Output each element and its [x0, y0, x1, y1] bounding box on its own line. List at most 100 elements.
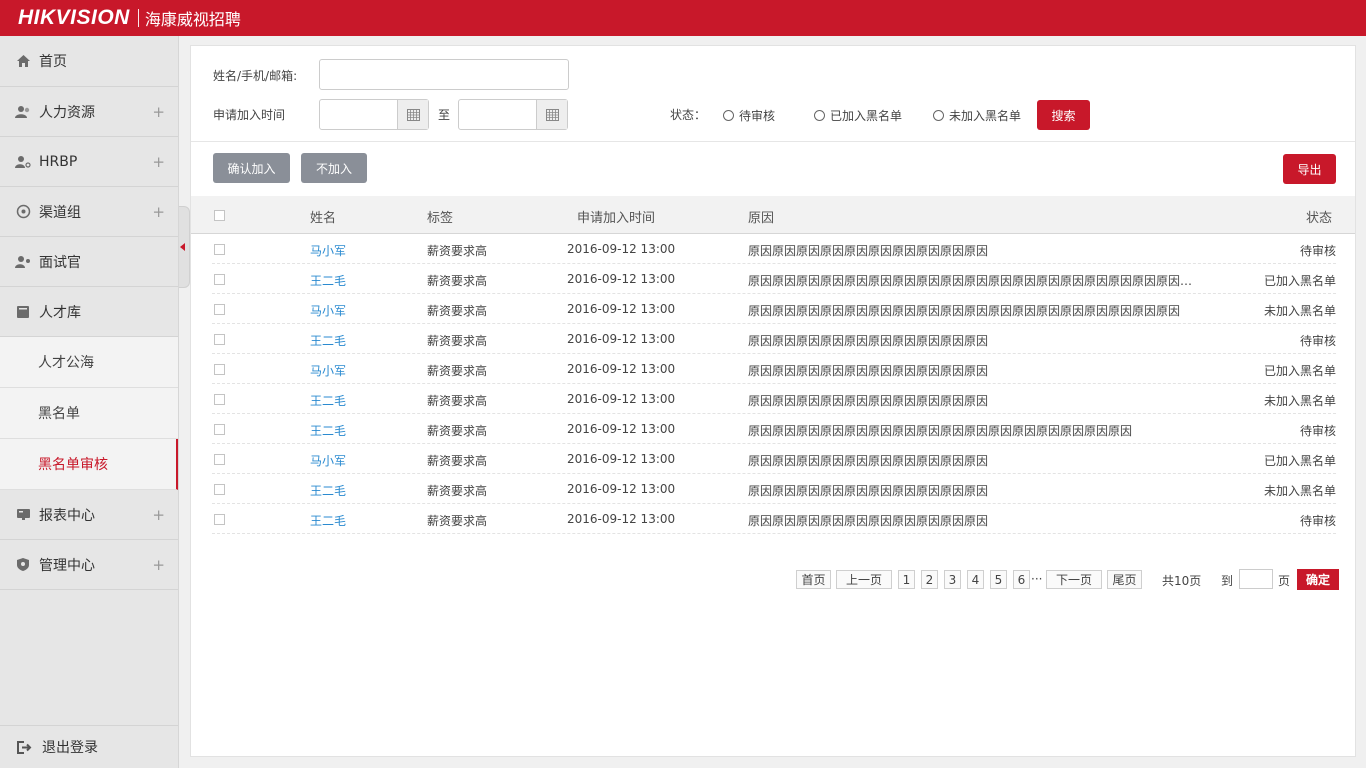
sidebar-item-home[interactable]: 首页: [0, 36, 178, 87]
row-checkbox[interactable]: [214, 304, 225, 315]
reject-button[interactable]: 不加入: [301, 153, 367, 183]
table-row[interactable]: 王二毛 薪资要求高 2016-09-12 13:00 原因原因原因原因原因原因原…: [212, 414, 1336, 444]
candidate-name-link[interactable]: 王二毛: [310, 512, 346, 529]
user-gear-icon: [15, 254, 31, 270]
radio-circle[interactable]: [933, 110, 944, 121]
page-last-button[interactable]: 尾页: [1107, 570, 1142, 589]
sidebar-item-hr[interactable]: 人力资源 +: [0, 87, 178, 137]
table-row[interactable]: 马小军 薪资要求高 2016-09-12 13:00 原因原因原因原因原因原因原…: [212, 354, 1336, 384]
brand-logo[interactable]: HIKVISION: [18, 6, 130, 30]
calendar-icon[interactable]: [536, 100, 567, 129]
candidate-name-link[interactable]: 马小军: [310, 452, 346, 469]
row-checkbox[interactable]: [214, 274, 225, 285]
sidebar-item-reports[interactable]: 报表中心 +: [0, 490, 178, 540]
sidebar-subitem-public-pool[interactable]: 人才公海: [0, 337, 178, 388]
confirm-add-button[interactable]: 确认加入: [213, 153, 290, 183]
expand-plus-icon[interactable]: +: [152, 153, 165, 171]
sidebar: 首页 人力资源 + HRBP + 渠道组 + 面试官 人才库 人才公海 黑名单 …: [0, 36, 179, 768]
reason-cell: 原因原因原因原因原因原因原因原因原因原因: [748, 514, 989, 528]
page-next-button[interactable]: 下一页: [1046, 570, 1102, 589]
page-number-2[interactable]: 2: [921, 570, 938, 589]
row-checkbox[interactable]: [214, 424, 225, 435]
sidebar-collapse-toggle[interactable]: [179, 206, 190, 288]
page-number-1[interactable]: 1: [898, 570, 915, 589]
candidate-name-link[interactable]: 王二毛: [310, 422, 346, 439]
row-checkbox[interactable]: [214, 244, 225, 255]
header-status: 状态: [1306, 211, 1333, 226]
reason-cell: 原因原因原因原因原因原因原因原因原因原因: [748, 364, 989, 378]
sidebar-item-management[interactable]: 管理中心 +: [0, 540, 178, 590]
page-number-5[interactable]: 5: [990, 570, 1007, 589]
date-end-input[interactable]: [459, 100, 537, 129]
table-row[interactable]: 王二毛 薪资要求高 2016-09-12 13:00 原因原因原因原因原因原因原…: [212, 264, 1336, 294]
row-checkbox[interactable]: [214, 334, 225, 345]
radio-circle[interactable]: [723, 110, 734, 121]
calendar-icon[interactable]: [397, 100, 428, 129]
sidebar-item-hrbp[interactable]: HRBP +: [0, 137, 178, 187]
table-row[interactable]: 马小军 薪资要求高 2016-09-12 13:00 原因原因原因原因原因原因原…: [212, 234, 1336, 264]
sidebar-item-talent-pool[interactable]: 人才库: [0, 287, 178, 337]
table-row[interactable]: 马小军 薪资要求高 2016-09-12 13:00 原因原因原因原因原因原因原…: [212, 444, 1336, 474]
user-key-icon: [15, 154, 31, 170]
status-radio-pending[interactable]: 待审核: [723, 107, 775, 124]
status-radio-not-blacklisted[interactable]: 未加入黑名单: [933, 107, 1021, 124]
page-first-button[interactable]: 首页: [796, 570, 831, 589]
logout-button[interactable]: 退出登录: [0, 725, 178, 768]
date-end-picker[interactable]: [458, 99, 568, 130]
expand-plus-icon[interactable]: +: [152, 203, 165, 221]
page-number-4[interactable]: 4: [967, 570, 984, 589]
time-cell: 2016-09-12 13:00: [567, 362, 676, 376]
page-prev-button[interactable]: 上一页: [836, 570, 892, 589]
sidebar-subitem-blacklist[interactable]: 黑名单: [0, 388, 178, 439]
page-number-3[interactable]: 3: [944, 570, 961, 589]
candidate-name-link[interactable]: 马小军: [310, 362, 346, 379]
row-checkbox[interactable]: [214, 364, 225, 375]
page-goto-input[interactable]: [1239, 569, 1273, 589]
table-row[interactable]: 马小军 薪资要求高 2016-09-12 13:00 原因原因原因原因原因原因原…: [212, 294, 1336, 324]
candidate-name-link[interactable]: 王二毛: [310, 332, 346, 349]
sidebar-item-channel[interactable]: 渠道组 +: [0, 187, 178, 237]
candidate-name-link[interactable]: 马小军: [310, 302, 346, 319]
row-checkbox[interactable]: [214, 484, 225, 495]
time-cell: 2016-09-12 13:00: [567, 482, 676, 496]
select-all-checkbox[interactable]: [214, 210, 225, 221]
table-row[interactable]: 王二毛 薪资要求高 2016-09-12 13:00 原因原因原因原因原因原因原…: [212, 384, 1336, 414]
name-filter-label: 姓名/手机/邮箱:: [213, 69, 298, 83]
radio-circle[interactable]: [814, 110, 825, 121]
filter-panel: 姓名/手机/邮箱: 申请加入时间 至 状态： 待审核 已加入黑名单 未加入黑名单…: [191, 46, 1355, 142]
row-checkbox[interactable]: [214, 394, 225, 405]
page-goto-confirm-button[interactable]: 确定: [1297, 569, 1339, 590]
search-button[interactable]: 搜索: [1037, 100, 1090, 130]
reason-cell: 原因原因原因原因原因原因原因原因原因原因原因原因原因原因原因原因: [748, 424, 1133, 438]
sidebar-subitem-label: 人才公海: [38, 355, 94, 371]
header-name: 姓名: [310, 211, 337, 226]
row-checkbox[interactable]: [214, 514, 225, 525]
candidate-name-link[interactable]: 马小军: [310, 242, 346, 259]
reason-cell: 原因原因原因原因原因原因原因原因原因原因: [748, 394, 989, 408]
tag-cell: 薪资要求高: [427, 484, 488, 498]
time-cell: 2016-09-12 13:00: [567, 332, 676, 346]
table-row[interactable]: 王二毛 薪资要求高 2016-09-12 13:00 原因原因原因原因原因原因原…: [212, 504, 1336, 534]
expand-plus-icon[interactable]: +: [152, 506, 165, 524]
collapse-arrow-icon: [179, 243, 185, 251]
reason-cell: 原因原因原因原因原因原因原因原因原因原因: [748, 334, 989, 348]
status-radio-blacklisted[interactable]: 已加入黑名单: [814, 107, 902, 124]
expand-plus-icon[interactable]: +: [152, 103, 165, 121]
sidebar-subitem-blacklist-review[interactable]: 黑名单审核: [0, 439, 178, 490]
candidate-name-link[interactable]: 王二毛: [310, 272, 346, 289]
date-to-label: 至: [438, 108, 451, 122]
sidebar-item-interviewer[interactable]: 面试官: [0, 237, 178, 287]
row-checkbox[interactable]: [214, 454, 225, 465]
date-start-picker[interactable]: [319, 99, 429, 130]
page-number-6[interactable]: 6: [1013, 570, 1030, 589]
tag-cell: 薪资要求高: [427, 274, 488, 288]
name-search-input[interactable]: [319, 59, 569, 90]
table-row[interactable]: 王二毛 薪资要求高 2016-09-12 13:00 原因原因原因原因原因原因原…: [212, 324, 1336, 354]
candidate-name-link[interactable]: 王二毛: [310, 392, 346, 409]
date-start-input[interactable]: [320, 100, 398, 129]
sidebar-item-label: 人力资源: [39, 104, 95, 121]
candidate-name-link[interactable]: 王二毛: [310, 482, 346, 499]
export-button[interactable]: 导出: [1283, 154, 1336, 184]
expand-plus-icon[interactable]: +: [152, 556, 165, 574]
table-row[interactable]: 王二毛 薪资要求高 2016-09-12 13:00 原因原因原因原因原因原因原…: [212, 474, 1336, 504]
